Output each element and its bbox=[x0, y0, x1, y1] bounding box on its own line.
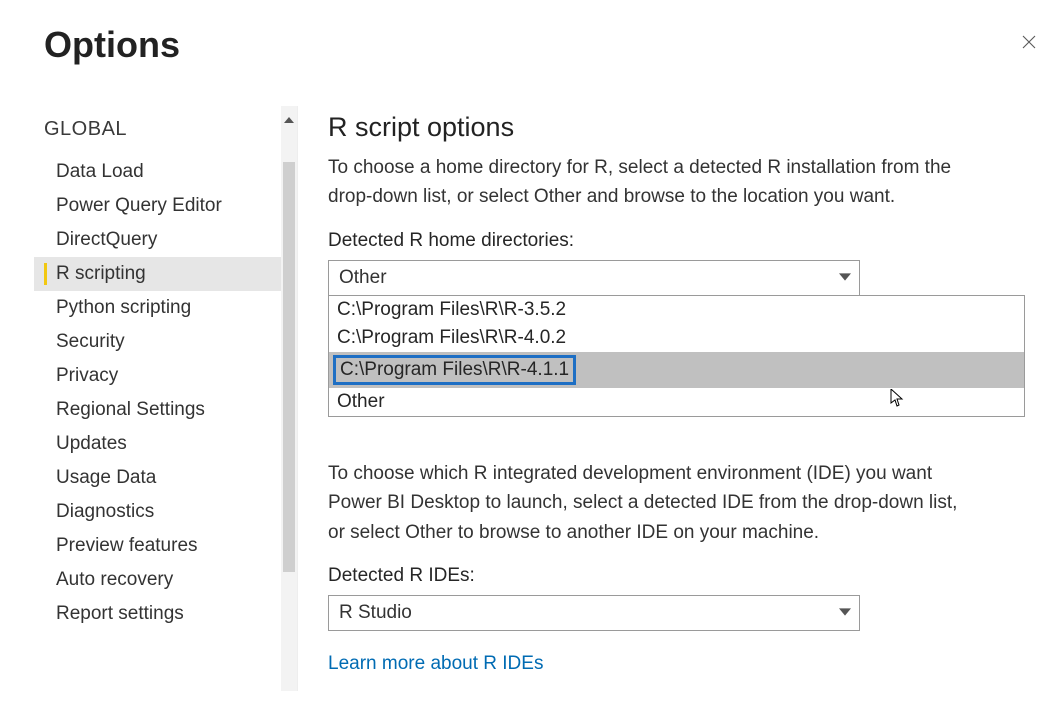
scroll-up-button[interactable] bbox=[281, 106, 297, 134]
page-title: Options bbox=[44, 24, 1059, 66]
home-dirs-option[interactable]: C:\Program Files\R\R-4.1.1 bbox=[329, 352, 1024, 388]
sidebar-item-label: R scripting bbox=[56, 263, 146, 284]
learn-more-link[interactable]: Learn more about R IDEs bbox=[328, 653, 543, 675]
sidebar: GLOBAL Data Load Power Query Editor Direct… bbox=[34, 106, 298, 691]
close-icon bbox=[1020, 33, 1038, 51]
sidebar-item-label: Preview features bbox=[56, 535, 198, 556]
sidebar-item-label: Diagnostics bbox=[56, 501, 154, 522]
ide-value: R Studio bbox=[339, 602, 412, 624]
sidebar-item-report-settings[interactable]: Report settings bbox=[34, 597, 297, 631]
home-dirs-dropdown[interactable]: C:\Program Files\R\R-3.5.2 C:\Program Fil… bbox=[328, 295, 1025, 417]
sidebar-item-privacy[interactable]: Privacy bbox=[34, 359, 297, 393]
sidebar-item-label: Updates bbox=[56, 433, 127, 454]
home-dirs-label: Detected R home directories: bbox=[328, 230, 1029, 252]
sidebar-item-r-scripting[interactable]: R scripting bbox=[34, 257, 297, 291]
sidebar-item-security[interactable]: Security bbox=[34, 325, 297, 359]
caret-down-icon bbox=[839, 271, 851, 285]
sidebar-item-label: Data Load bbox=[56, 161, 144, 182]
home-dirs-option[interactable]: C:\Program Files\R\R-4.0.2 bbox=[329, 324, 1024, 352]
sidebar-item-label: Report settings bbox=[56, 603, 184, 624]
sidebar-item-regional-settings[interactable]: Regional Settings bbox=[34, 393, 297, 427]
sidebar-item-python-scripting[interactable]: Python scripting bbox=[34, 291, 297, 325]
sidebar-scrollbar[interactable] bbox=[281, 106, 297, 691]
sidebar-item-label: Usage Data bbox=[56, 467, 156, 488]
sidebar-item-updates[interactable]: Updates bbox=[34, 427, 297, 461]
sidebar-item-auto-recovery[interactable]: Auto recovery bbox=[34, 563, 297, 597]
ide-label: Detected R IDEs: bbox=[328, 565, 1029, 587]
scroll-thumb[interactable] bbox=[283, 162, 295, 572]
sidebar-item-diagnostics[interactable]: Diagnostics bbox=[34, 495, 297, 529]
sidebar-item-data-load[interactable]: Data Load bbox=[34, 155, 297, 189]
home-dirs-option-label: Other bbox=[337, 391, 385, 413]
home-dirs-value: Other bbox=[339, 267, 387, 289]
home-dirs-option[interactable]: Other bbox=[329, 388, 1024, 416]
home-dirs-option-label: C:\Program Files\R\R-3.5.2 bbox=[337, 299, 566, 321]
sidebar-item-directquery[interactable]: DirectQuery bbox=[34, 223, 297, 257]
ide-intro: To choose which R integrated development… bbox=[328, 459, 968, 547]
sidebar-item-label: Power Query Editor bbox=[56, 195, 222, 216]
ide-select[interactable]: R Studio bbox=[328, 595, 860, 631]
sidebar-item-label: Security bbox=[56, 331, 125, 352]
sidebar-section-global: GLOBAL bbox=[44, 118, 297, 141]
sidebar-item-usage-data[interactable]: Usage Data bbox=[34, 461, 297, 495]
main-pane: R script options To choose a home direct… bbox=[298, 106, 1059, 691]
sidebar-item-label: Python scripting bbox=[56, 297, 191, 318]
chevron-up-icon bbox=[284, 117, 294, 123]
home-dirs-option-label: C:\Program Files\R\R-4.0.2 bbox=[337, 327, 566, 349]
close-button[interactable] bbox=[1013, 26, 1045, 58]
sidebar-item-label: DirectQuery bbox=[56, 229, 157, 250]
section-intro: To choose a home directory for R, select… bbox=[328, 153, 968, 212]
sidebar-item-label: Privacy bbox=[56, 365, 118, 386]
home-dirs-select[interactable]: Other bbox=[328, 260, 860, 296]
home-dirs-option-label: C:\Program Files\R\R-4.1.1 bbox=[333, 355, 576, 385]
sidebar-item-preview-features[interactable]: Preview features bbox=[34, 529, 297, 563]
caret-down-icon bbox=[839, 606, 851, 620]
sidebar-item-label: Auto recovery bbox=[56, 569, 173, 590]
sidebar-item-label: Regional Settings bbox=[56, 399, 205, 420]
section-heading: R script options bbox=[328, 112, 1029, 143]
sidebar-item-power-query-editor[interactable]: Power Query Editor bbox=[34, 189, 297, 223]
home-dirs-option[interactable]: C:\Program Files\R\R-3.5.2 bbox=[329, 296, 1024, 324]
